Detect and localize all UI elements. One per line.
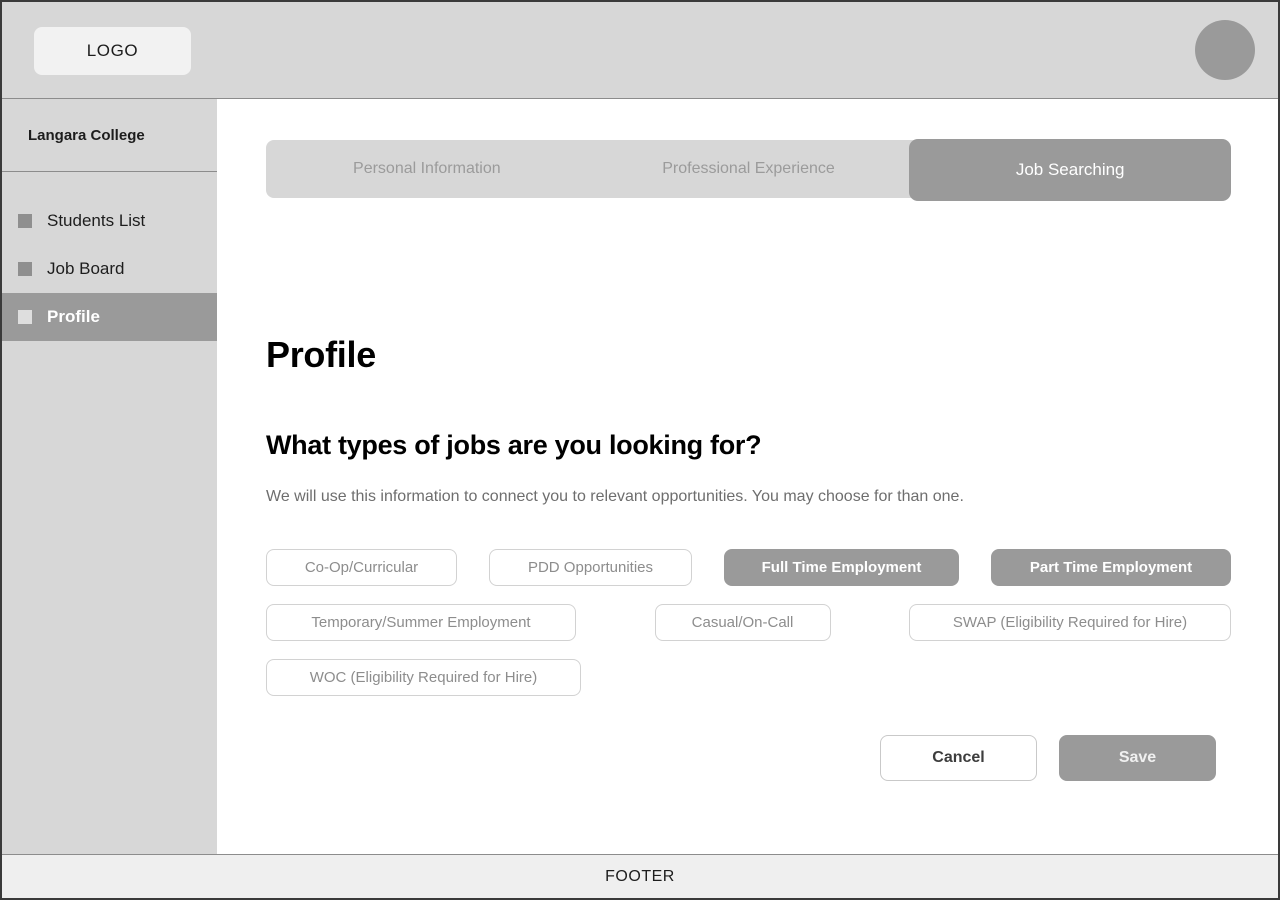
square-icon xyxy=(18,214,32,228)
chip-row: Temporary/Summer Employment Casual/On-Ca… xyxy=(266,604,1231,641)
section-heading: What types of jobs are you looking for? xyxy=(266,430,762,460)
sidebar-item-label: Students List xyxy=(47,211,146,230)
chip-label: SWAP (Eligibility Required for Hire) xyxy=(952,614,1188,631)
chip-pdd-opportunities[interactable]: PDD Opportunities xyxy=(489,549,692,586)
sidebar-nav: Students List Job Board Profile xyxy=(2,172,217,341)
chip-label: Full Time Employment xyxy=(761,559,922,576)
organization-name: Langara College xyxy=(28,126,145,144)
chip-part-time-employment[interactable]: Part Time Employment xyxy=(991,549,1231,586)
job-type-chip-group: Co-Op/Curricular PDD Opportunities Full … xyxy=(266,549,1231,714)
tab-label: Personal Information xyxy=(353,160,501,177)
section-subtitle: We will use this information to connect … xyxy=(266,488,964,505)
chip-swap[interactable]: SWAP (Eligibility Required for Hire) xyxy=(909,604,1231,641)
cancel-button[interactable]: Cancel xyxy=(880,735,1037,781)
sidebar-item-label: Job Board xyxy=(47,259,125,278)
sidebar-item-profile[interactable]: Profile xyxy=(2,293,217,341)
user-avatar-icon[interactable] xyxy=(1195,20,1255,80)
sidebar-item-label: Profile xyxy=(47,307,100,326)
app-header: LOGO xyxy=(2,2,1278,99)
profile-tabbar: Personal Information Professional Experi… xyxy=(266,139,1232,201)
chip-temporary-summer-employment[interactable]: Temporary/Summer Employment xyxy=(266,604,576,641)
chip-row: WOC (Eligibility Required for Hire) xyxy=(266,659,1231,696)
chip-co-op-curricular[interactable]: Co-Op/Curricular xyxy=(266,549,457,586)
square-icon xyxy=(18,310,32,324)
logo-label: LOGO xyxy=(86,41,139,60)
app-footer: FOOTER xyxy=(2,854,1278,898)
main-content: Personal Information Professional Experi… xyxy=(217,99,1278,854)
form-actions: Cancel Save xyxy=(880,735,1216,781)
chip-label: PDD Opportunities xyxy=(527,559,654,576)
tab-personal-information[interactable]: Personal Information xyxy=(266,140,588,198)
tab-label: Professional Experience xyxy=(662,160,835,177)
chip-label: Temporary/Summer Employment xyxy=(311,614,531,631)
chip-full-time-employment[interactable]: Full Time Employment xyxy=(724,549,959,586)
chip-label: Co-Op/Curricular xyxy=(304,559,419,576)
sidebar-item-job-board[interactable]: Job Board xyxy=(2,245,217,293)
chip-casual-on-call[interactable]: Casual/On-Call xyxy=(654,604,831,641)
organization-block: Langara College xyxy=(2,99,217,172)
square-icon xyxy=(18,262,32,276)
page-title: Profile xyxy=(266,334,376,375)
chip-label: Casual/On-Call xyxy=(691,614,794,631)
sidebar: Langara College Students List Job Board … xyxy=(2,99,217,854)
tab-label: Job Searching xyxy=(1015,160,1125,179)
save-button-label: Save xyxy=(1118,749,1157,766)
chip-label: Part Time Employment xyxy=(1029,559,1193,576)
app-window: LOGO Langara College Students List Job B… xyxy=(0,0,1280,900)
cancel-button-label: Cancel xyxy=(932,749,985,766)
chip-woc[interactable]: WOC (Eligibility Required for Hire) xyxy=(266,659,581,696)
save-button[interactable]: Save xyxy=(1059,735,1216,781)
chip-label: WOC (Eligibility Required for Hire) xyxy=(309,669,538,686)
sidebar-item-students-list[interactable]: Students List xyxy=(2,197,217,245)
footer-label: FOOTER xyxy=(605,867,675,885)
logo-button[interactable]: LOGO xyxy=(34,27,191,75)
tab-professional-experience[interactable]: Professional Experience xyxy=(588,140,910,198)
tab-job-searching[interactable]: Job Searching xyxy=(909,139,1232,201)
chip-row: Co-Op/Curricular PDD Opportunities Full … xyxy=(266,549,1231,586)
